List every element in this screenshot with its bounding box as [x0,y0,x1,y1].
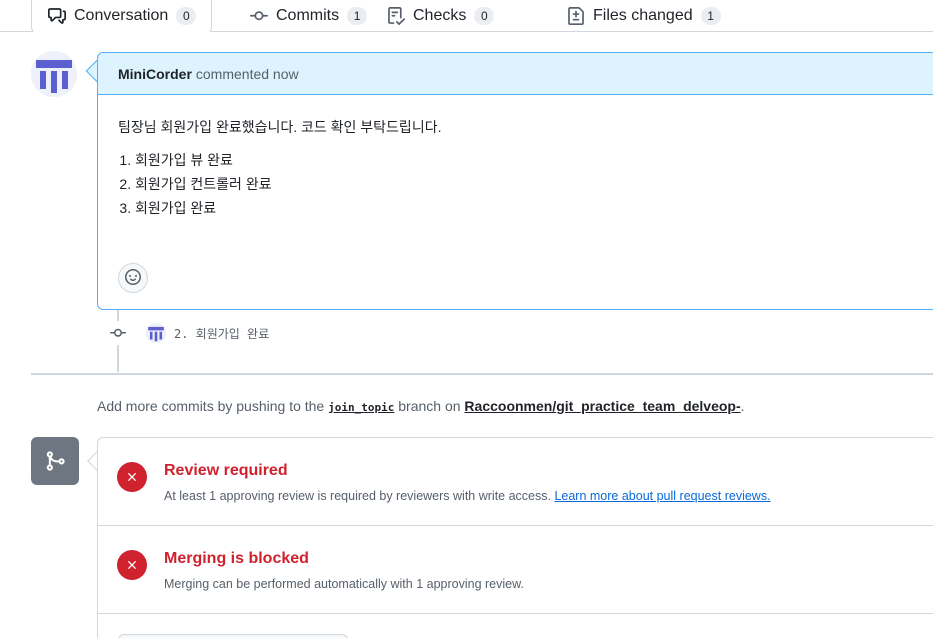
tab-files-changed-label: Files changed [593,7,693,24]
merging-blocked-desc: Merging can be performed automatically w… [164,577,524,591]
comment-body: 팀장님 회원가입 완료했습니다. 코드 확인 부탁드립니다. 회원가입 뷰 완료… [98,95,933,219]
comment-header: MiniCorder commented now [98,53,933,95]
checklist-icon [387,7,405,25]
timeline-commit: 2. 회원가입 완료 [106,321,269,345]
timeline-divider [31,373,933,375]
comment-timestamp: commented now [195,65,299,82]
merging-blocked-section: Merging is blocked Merging can be perfor… [98,526,933,614]
git-commit-icon [106,321,130,345]
push-hint-middle: branch on [398,398,461,414]
file-diff-icon [567,7,585,25]
tab-checks-count: 0 [474,7,495,25]
push-hint: Add more commits by pushing to the join_… [97,398,745,414]
repo-link[interactable]: Raccoonmen/git_practice_team_delveop- [464,398,740,414]
commit-message-link[interactable]: 2. 회원가입 완료 [174,325,269,342]
review-required-desc: At least 1 approving review is required … [164,489,771,503]
review-required-section: Review required At least 1 approving rev… [98,438,933,526]
tab-conversation-count: 0 [176,7,197,25]
git-commit-icon [250,7,268,25]
avatar[interactable] [31,51,77,97]
list-item: 회원가입 컨트롤러 완료 [135,174,933,195]
tab-checks[interactable]: Checks 0 [387,0,495,32]
comment-discussion-icon [48,7,66,25]
x-icon [117,550,147,580]
merge-button[interactable] [118,634,348,638]
comment-card: MiniCorder commented now 팀장님 회원가입 완료했습니다… [97,52,933,310]
tab-files-changed-count: 1 [700,7,721,25]
commit-author-avatar[interactable] [146,323,166,343]
add-reaction-button[interactable] [118,263,148,293]
tab-commits-count: 1 [347,7,368,25]
comment-author[interactable]: MiniCorder [118,66,192,82]
learn-more-link[interactable]: Learn more about pull request reviews. [554,489,770,503]
review-required-text: At least 1 approving review is required … [164,489,551,503]
tab-conversation[interactable]: Conversation 0 [31,0,213,33]
tab-files-changed[interactable]: Files changed 1 [567,0,721,32]
merging-blocked-title: Merging is blocked [164,550,309,567]
comment-text: 팀장님 회원가입 완료했습니다. 코드 확인 부탁드립니다. [118,119,442,135]
tab-commits[interactable]: Commits 1 [250,0,368,32]
review-required-title: Review required [164,462,288,479]
tab-conversation-label: Conversation [74,7,169,24]
x-icon [117,462,147,492]
list-item: 회원가입 완료 [135,198,933,219]
smiley-icon [125,268,141,288]
branch-name-link[interactable]: join_topic [328,401,394,414]
tab-checks-label: Checks [413,7,467,24]
tab-commits-label: Commits [276,7,340,24]
push-hint-suffix: . [740,398,745,414]
pr-tabs: Conversation 0 Commits 1 Checks 0 Files … [0,0,933,33]
comment-list: 회원가입 뷰 완료 회원가입 컨트롤러 완료 회원가입 완료 [118,150,933,219]
list-item: 회원가입 뷰 완료 [135,150,933,171]
git-merge-icon [31,437,79,485]
push-hint-prefix: Add more commits by pushing to the [97,398,325,414]
merge-box: Review required At least 1 approving rev… [97,437,933,638]
